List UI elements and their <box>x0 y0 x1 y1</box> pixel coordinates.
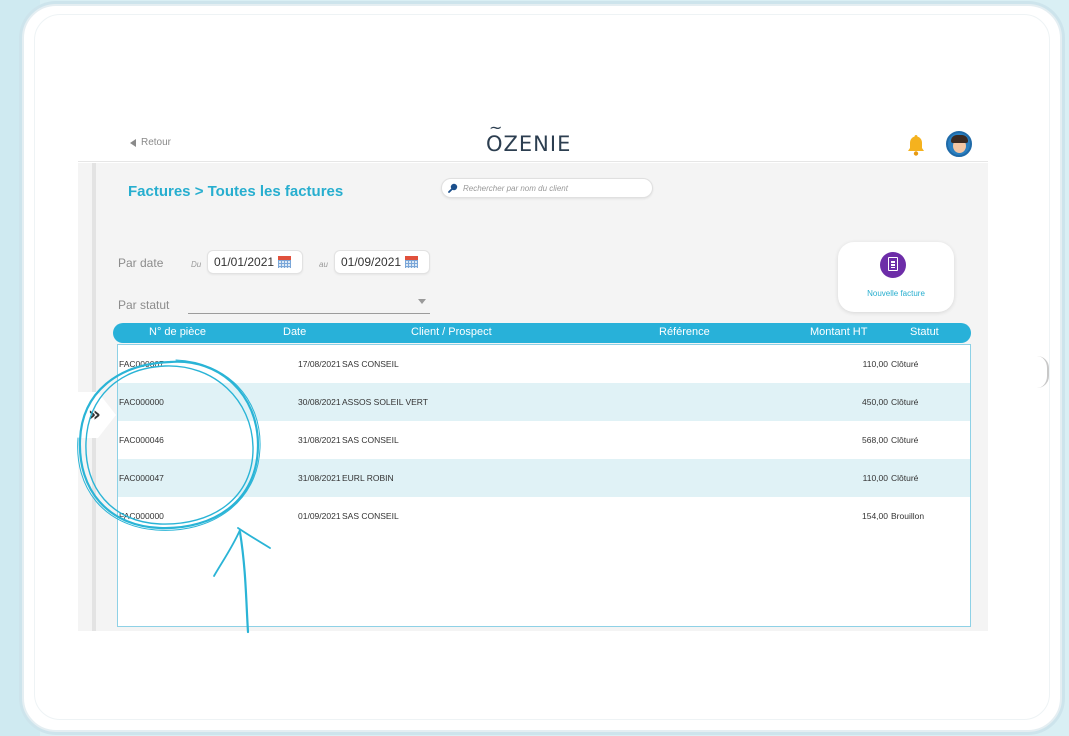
column-header-montant[interactable]: Montant HT <box>810 326 867 338</box>
cell-montant: 568,00 <box>862 435 888 445</box>
logo-first-letter: O <box>486 118 504 156</box>
table-row[interactable]: FAC000000 01/09/2021 SAS CONSEIL 154,00 … <box>118 497 970 535</box>
document-icon <box>880 252 906 278</box>
cell-date: 31/08/2021 <box>298 473 341 483</box>
back-arrow-icon <box>130 138 136 147</box>
search-box[interactable] <box>441 178 653 198</box>
cell-statut: Clôturé <box>891 359 919 369</box>
cell-piece: FAC000000 <box>119 397 164 407</box>
column-header-reference[interactable]: Référence <box>659 326 710 338</box>
column-header-date[interactable]: Date <box>283 326 306 338</box>
table-row[interactable]: FAC000000 30/08/2021 ASSOS SOLEIL VERT 4… <box>118 383 970 421</box>
search-input[interactable] <box>463 183 643 193</box>
invoice-table: FAC000007 17/08/2021 SAS CONSEIL 110,00 … <box>117 344 971 627</box>
logo-text: ZENIE <box>503 132 572 156</box>
column-header-statut[interactable]: Statut <box>910 326 939 338</box>
cell-client: SAS CONSEIL <box>342 511 399 521</box>
date-from-value: 01/01/2021 <box>214 255 275 269</box>
cell-statut: Clôturé <box>891 397 919 407</box>
cell-statut: Clôturé <box>891 435 919 445</box>
from-label: Du <box>191 260 202 269</box>
page-title: Factures > Toutes les factures <box>128 183 344 200</box>
cell-montant: 154,00 <box>862 511 888 521</box>
search-icon <box>448 183 458 193</box>
date-filter-label: Par date <box>118 256 164 270</box>
cell-client: SAS CONSEIL <box>342 359 399 369</box>
cell-montant: 450,00 <box>862 397 888 407</box>
status-select[interactable] <box>188 294 430 314</box>
cell-date: 17/08/2021 <box>298 359 341 369</box>
cell-piece: FAC000000 <box>119 511 164 521</box>
cell-piece: FAC000047 <box>119 473 164 483</box>
new-invoice-button[interactable]: Nouvelle facture <box>838 242 954 312</box>
cell-date: 30/08/2021 <box>298 397 341 407</box>
calendar-icon[interactable] <box>405 256 419 268</box>
column-header-piece[interactable]: N° de pièce <box>149 326 206 338</box>
cell-client: EURL ROBIN <box>342 473 394 483</box>
cell-client: ASSOS SOLEIL VERT <box>342 397 428 407</box>
cell-client: SAS CONSEIL <box>342 435 399 445</box>
chevron-down-icon <box>418 299 426 304</box>
avatar[interactable] <box>946 131 972 157</box>
double-chevron-right-icon: » <box>88 402 101 426</box>
avatar-hair <box>951 135 968 143</box>
table-row[interactable]: FAC000007 17/08/2021 SAS CONSEIL 110,00 … <box>118 345 970 383</box>
app-logo: OZENIE <box>486 118 572 156</box>
cell-statut: Clôturé <box>891 473 919 483</box>
cell-piece: FAC000007 <box>119 359 164 369</box>
date-from-field[interactable]: 01/01/2021 <box>207 250 303 274</box>
cell-date: 01/09/2021 <box>298 511 341 521</box>
app-header: Retour OZENIE <box>78 118 988 162</box>
date-to-value: 01/09/2021 <box>341 255 402 269</box>
cell-montant: 110,00 <box>862 473 888 483</box>
back-label: Retour <box>141 137 172 148</box>
to-label: au <box>319 260 328 269</box>
calendar-icon[interactable] <box>278 256 292 268</box>
status-filter-label: Par statut <box>118 298 170 312</box>
table-row[interactable]: FAC000047 31/08/2021 EURL ROBIN 110,00 C… <box>118 459 970 497</box>
cell-date: 31/08/2021 <box>298 435 341 445</box>
new-invoice-label: Nouvelle facture <box>867 289 925 298</box>
column-header-client[interactable]: Client / Prospect <box>411 326 492 338</box>
date-to-field[interactable]: 01/09/2021 <box>334 250 430 274</box>
cell-montant: 110,00 <box>862 359 888 369</box>
bell-icon[interactable] <box>904 133 928 157</box>
table-header: N° de pièce Date Client / Prospect Référ… <box>113 323 971 343</box>
back-button[interactable]: Retour <box>130 137 171 148</box>
cell-piece: FAC000046 <box>119 435 164 445</box>
table-row[interactable]: FAC000046 31/08/2021 SAS CONSEIL 568,00 … <box>118 421 970 459</box>
cell-statut: Brouillon <box>891 511 925 521</box>
